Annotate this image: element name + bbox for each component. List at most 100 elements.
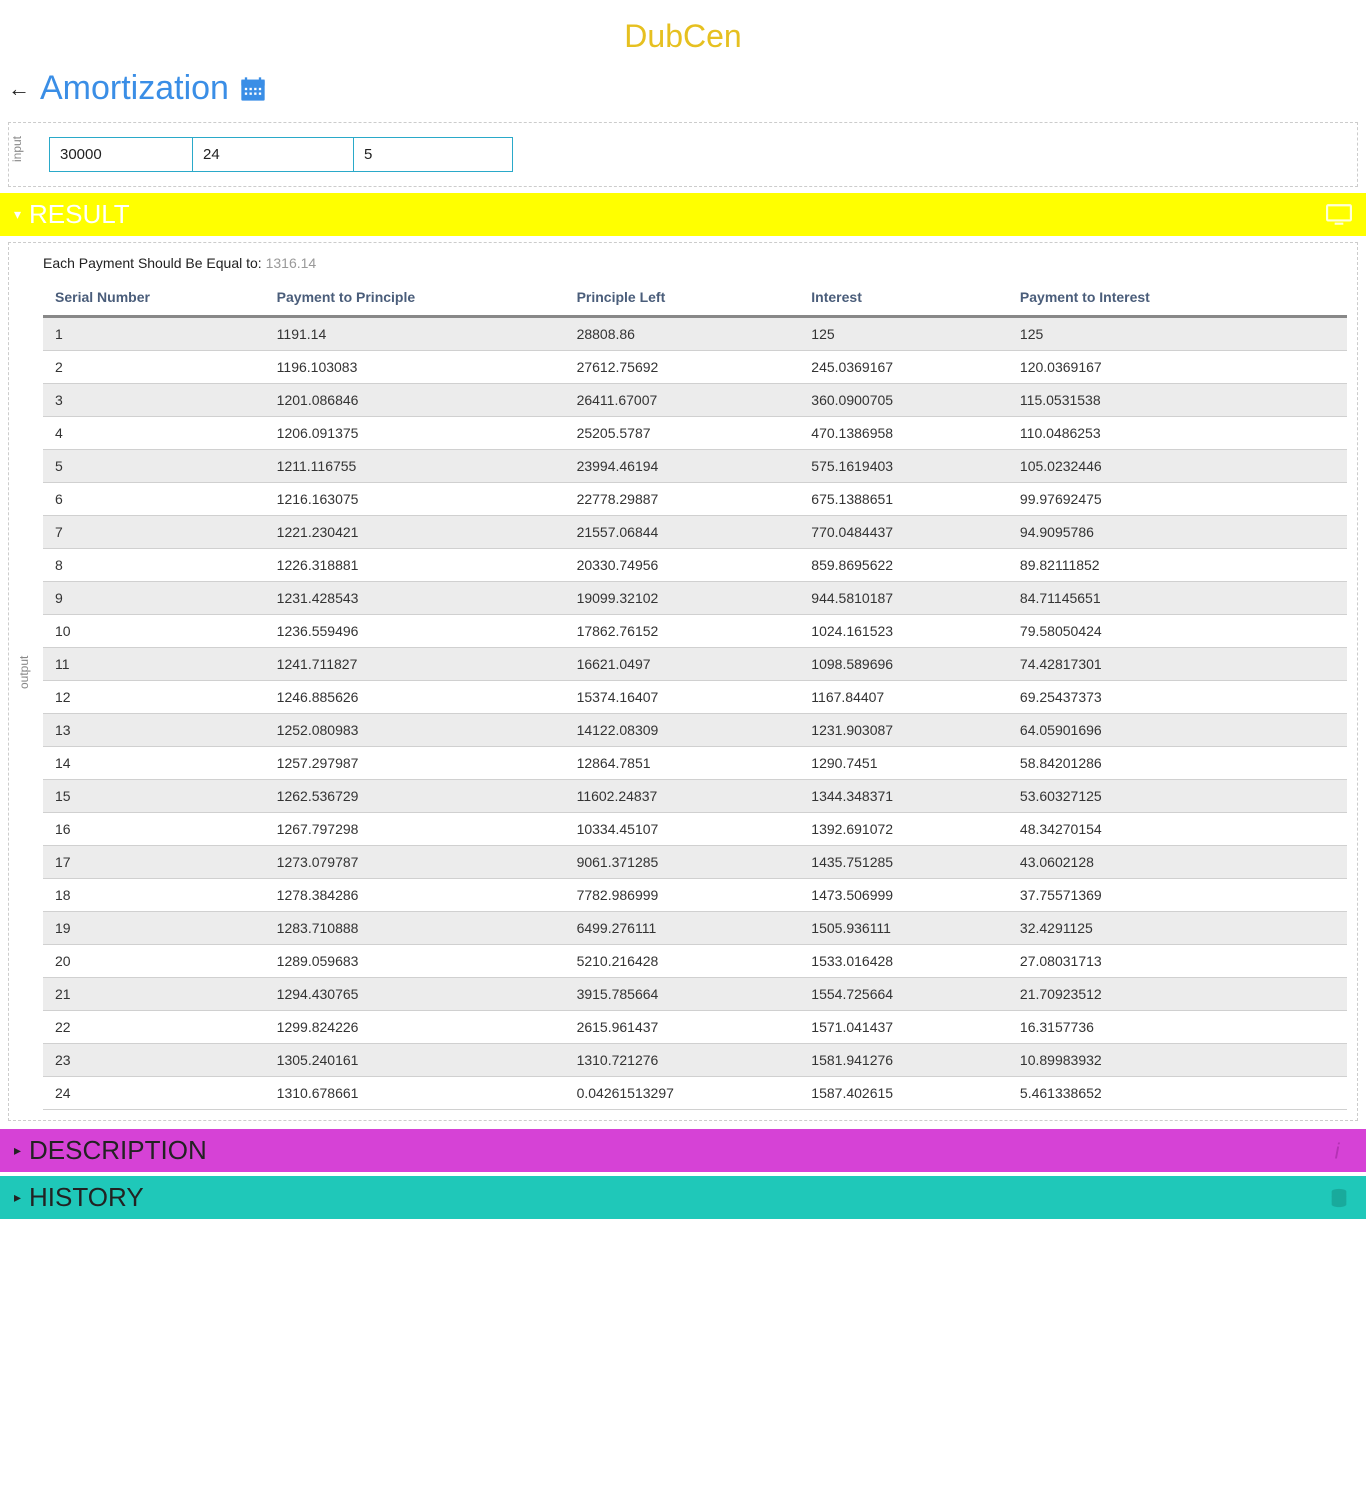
col-header: Payment to Principle (265, 279, 565, 317)
table-cell: 21.70923512 (1008, 978, 1347, 1011)
table-cell: 7782.986999 (565, 879, 800, 912)
table-cell: 69.25437373 (1008, 681, 1347, 714)
table-cell: 125 (1008, 317, 1347, 351)
table-cell: 1216.163075 (265, 483, 565, 516)
table-cell: 23 (43, 1044, 265, 1077)
table-cell: 5.461338652 (1008, 1077, 1347, 1110)
table-cell: 1246.885626 (265, 681, 565, 714)
table-cell: 89.82111852 (1008, 549, 1347, 582)
col-header: Principle Left (565, 279, 800, 317)
col-header: Serial Number (43, 279, 265, 317)
months-input[interactable]: 24 (192, 137, 354, 172)
table-cell: 1310.721276 (565, 1044, 800, 1077)
table-row: 31201.08684626411.67007360.0900705115.05… (43, 384, 1347, 417)
app-logo: DubCen (0, 0, 1366, 63)
table-cell: 5210.216428 (565, 945, 800, 978)
payment-line: Each Payment Should Be Equal to: 1316.14 (43, 253, 1347, 279)
table-cell: 1392.691072 (799, 813, 1008, 846)
table-cell: 11 (43, 648, 265, 681)
table-row: 211294.4307653915.7856641554.72566421.70… (43, 978, 1347, 1011)
table-cell: 1344.348371 (799, 780, 1008, 813)
col-header: Payment to Interest (1008, 279, 1347, 317)
table-cell: 26411.67007 (565, 384, 800, 417)
table-cell: 53.60327125 (1008, 780, 1347, 813)
table-cell: 16.3157736 (1008, 1011, 1347, 1044)
table-cell: 37.75571369 (1008, 879, 1347, 912)
caret-right-icon: ▸ (14, 1189, 21, 1206)
table-cell: 14122.08309 (565, 714, 800, 747)
table-cell: 245.0369167 (799, 351, 1008, 384)
table-cell: 1167.84407 (799, 681, 1008, 714)
table-cell: 84.71145651 (1008, 582, 1347, 615)
table-row: 11191.1428808.86125125 (43, 317, 1347, 351)
table-cell: 770.0484437 (799, 516, 1008, 549)
table-cell: 1310.678661 (265, 1077, 565, 1110)
table-cell: 1191.14 (265, 317, 565, 351)
table-cell: 675.1388651 (799, 483, 1008, 516)
principal-input[interactable]: 30000 (49, 137, 193, 172)
description-section-bar[interactable]: ▸DESCRIPTION i (0, 1129, 1366, 1172)
table-cell: 1241.711827 (265, 648, 565, 681)
history-section-bar[interactable]: ▸HISTORY (0, 1176, 1366, 1219)
col-header: Interest (799, 279, 1008, 317)
input-panel: input 30000 24 5 (8, 122, 1358, 187)
table-cell: 22778.29887 (565, 483, 800, 516)
table-cell: 79.58050424 (1008, 615, 1347, 648)
table-cell: 10.89983932 (1008, 1044, 1347, 1077)
table-cell: 1206.091375 (265, 417, 565, 450)
table-cell: 105.0232446 (1008, 450, 1347, 483)
calendar-icon (239, 75, 267, 103)
table-row: 111241.71182716621.04971098.58969674.428… (43, 648, 1347, 681)
table-cell: 15374.16407 (565, 681, 800, 714)
table-cell: 99.97692475 (1008, 483, 1347, 516)
table-row: 131252.08098314122.083091231.90308764.05… (43, 714, 1347, 747)
table-cell: 1257.297987 (265, 747, 565, 780)
table-cell: 859.8695622 (799, 549, 1008, 582)
table-cell: 12 (43, 681, 265, 714)
table-cell: 575.1619403 (799, 450, 1008, 483)
table-row: 191283.7108886499.2761111505.93611132.42… (43, 912, 1347, 945)
table-cell: 9 (43, 582, 265, 615)
table-cell: 5 (43, 450, 265, 483)
table-cell: 3915.785664 (565, 978, 800, 1011)
table-cell: 1226.318881 (265, 549, 565, 582)
table-cell: 94.9095786 (1008, 516, 1347, 549)
table-row: 51211.11675523994.46194575.1619403105.02… (43, 450, 1347, 483)
table-cell: 1283.710888 (265, 912, 565, 945)
table-row: 201289.0596835210.2164281533.01642827.08… (43, 945, 1347, 978)
table-cell: 1 (43, 317, 265, 351)
table-cell: 1024.161523 (799, 615, 1008, 648)
result-title: RESULT (29, 199, 130, 230)
table-cell: 18 (43, 879, 265, 912)
result-section-bar[interactable]: ▾RESULT (0, 193, 1366, 236)
payment-value: 1316.14 (266, 255, 317, 271)
description-title: DESCRIPTION (29, 1135, 207, 1166)
info-icon: i (1326, 1140, 1352, 1162)
table-row: 101236.55949617862.761521024.16152379.58… (43, 615, 1347, 648)
table-cell: 64.05901696 (1008, 714, 1347, 747)
table-cell: 13 (43, 714, 265, 747)
table-row: 151262.53672911602.248371344.34837153.60… (43, 780, 1347, 813)
table-cell: 470.1386958 (799, 417, 1008, 450)
output-panel: output Each Payment Should Be Equal to: … (8, 242, 1358, 1121)
back-arrow-icon[interactable]: ← (8, 76, 30, 102)
table-cell: 1294.430765 (265, 978, 565, 1011)
table-cell: 1196.103083 (265, 351, 565, 384)
table-cell: 1587.402615 (799, 1077, 1008, 1110)
input-panel-label: input (10, 148, 24, 162)
table-cell: 21 (43, 978, 265, 1011)
table-cell: 1231.903087 (799, 714, 1008, 747)
title-row: ← Amortization (0, 63, 1366, 122)
table-cell: 14 (43, 747, 265, 780)
table-row: 231305.2401611310.7212761581.94127610.89… (43, 1044, 1347, 1077)
table-cell: 12864.7851 (565, 747, 800, 780)
table-cell: 1289.059683 (265, 945, 565, 978)
svg-text:i: i (1335, 1140, 1341, 1162)
table-cell: 1473.506999 (799, 879, 1008, 912)
table-cell: 1554.725664 (799, 978, 1008, 1011)
rate-input[interactable]: 5 (353, 137, 513, 172)
table-cell: 1098.589696 (799, 648, 1008, 681)
table-cell: 944.5810187 (799, 582, 1008, 615)
table-row: 241310.6786610.042615132971587.4026155.4… (43, 1077, 1347, 1110)
table-cell: 16 (43, 813, 265, 846)
